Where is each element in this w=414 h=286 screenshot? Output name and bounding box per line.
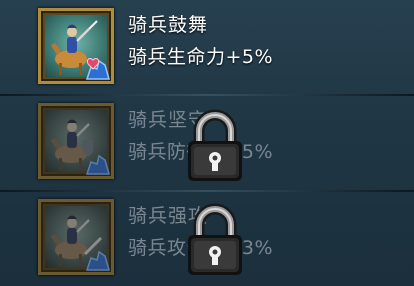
skill-row[interactable]: 骑兵强攻 骑兵攻击力+3%: [0, 191, 414, 286]
skill-row[interactable]: 骑兵坚守 骑兵防御力+5%: [0, 95, 414, 190]
skill-effect: 骑兵生命力+5%: [128, 46, 274, 68]
skill-list-panel: 骑兵鼓舞 骑兵生命力+5% 骑兵坚守 骑兵强攻: [0, 0, 414, 286]
heart-cavalry-badge-icon: [83, 53, 113, 83]
shield-cavalry-badge-icon: [83, 148, 113, 178]
padlock-icon: [185, 203, 245, 279]
skill-icon-frame[interactable]: [38, 103, 114, 179]
skill-name: 骑兵鼓舞: [128, 14, 209, 36]
skill-icon-frame[interactable]: [38, 8, 114, 84]
sword-cavalry-badge-icon: [83, 244, 113, 274]
padlock-icon: [185, 109, 245, 185]
skill-row[interactable]: 骑兵鼓舞 骑兵生命力+5%: [0, 0, 414, 95]
skill-icon-frame[interactable]: [38, 199, 114, 275]
